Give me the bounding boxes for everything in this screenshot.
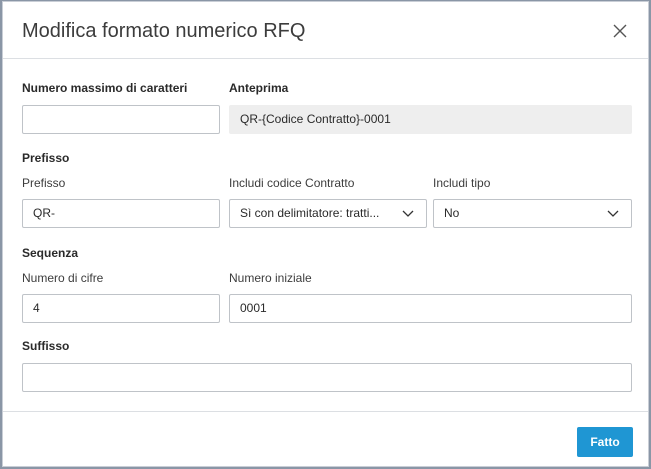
dialog-title: Modifica formato numerico RFQ [22,20,306,42]
chevron-down-icon [402,210,414,217]
close-icon[interactable] [611,22,629,40]
include-type-value: No [444,206,460,220]
suffix-input[interactable] [22,363,632,392]
start-number-input[interactable]: 0001 [229,294,632,323]
include-contract-value: Sì con delimitatore: tratti... [240,206,380,220]
include-contract-select[interactable]: Sì con delimitatore: tratti... [229,199,427,228]
prefix-section-title: Prefisso [22,151,70,165]
max-chars-input[interactable] [22,105,220,134]
digits-input[interactable]: 4 [22,294,220,323]
preview-field: QR-{Codice Contratto}-0001 [229,105,632,134]
edit-number-format-dialog: Modifica formato numerico RFQ Numero mas… [2,1,649,467]
footer-divider [3,411,648,412]
preview-label: Anteprima [229,81,289,95]
prefix-input[interactable]: QR- [22,199,220,228]
suffix-section-title: Suffisso [22,339,70,353]
include-contract-label: Includi codice Contratto [229,176,355,190]
done-button[interactable]: Fatto [577,427,633,457]
sequence-section-title: Sequenza [22,246,79,260]
start-number-label: Numero iniziale [229,271,312,285]
include-type-label: Includi tipo [433,176,491,190]
prefix-label: Prefisso [22,176,66,190]
include-type-select[interactable]: No [433,199,632,228]
digits-label: Numero di cifre [22,271,104,285]
dialog-header: Modifica formato numerico RFQ [3,2,648,59]
max-chars-label: Numero massimo di caratteri [22,81,188,95]
chevron-down-icon [607,210,619,217]
